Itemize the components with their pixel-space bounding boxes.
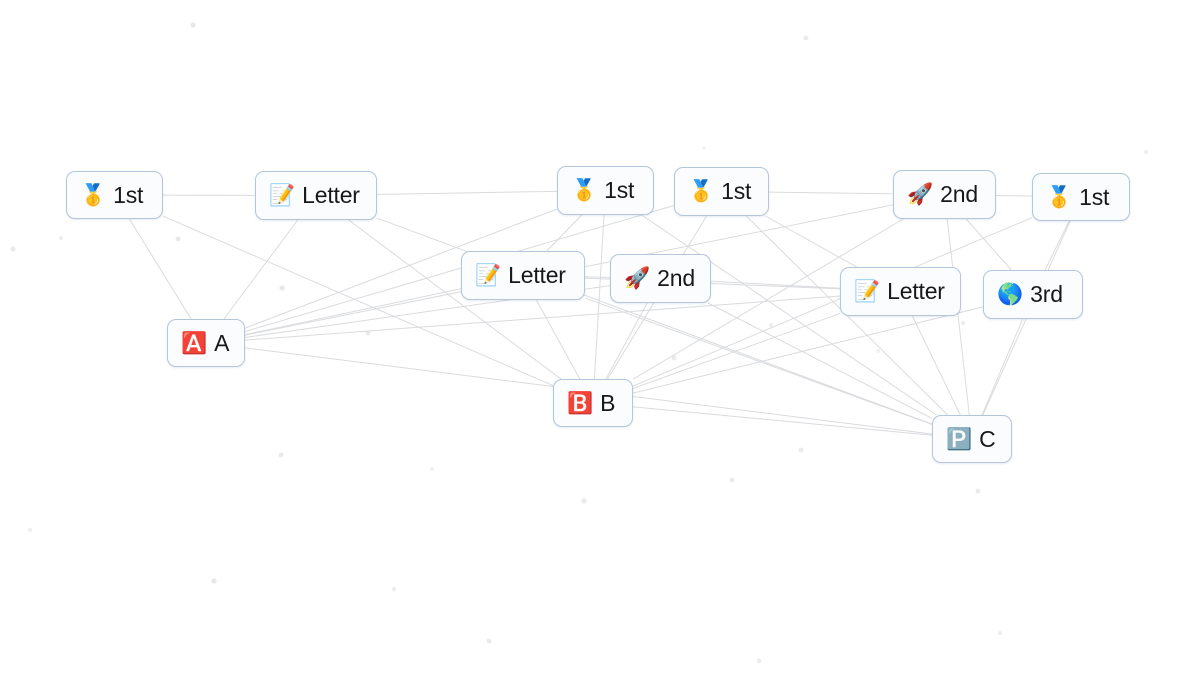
graph-node-label: Letter bbox=[508, 262, 566, 288]
graph-node-na[interactable]: 🅰️ A bbox=[167, 319, 245, 367]
gold-medal-icon: 🥇 bbox=[688, 179, 715, 203]
gold-medal-icon: 🥇 bbox=[80, 182, 107, 207]
graph-node-nc[interactable]: 🅿️ C bbox=[932, 415, 1012, 463]
gold-medal-icon: 🥇 bbox=[571, 178, 598, 202]
graph-node-label: 1st bbox=[721, 178, 752, 204]
node-layer: 🥇 1st 📝 Letter 🥇 1st 🥇 1st 🚀 2nd 🥇 1st 📝 Letter 🚀 2nd 📝 L… bbox=[0, 0, 1200, 675]
graph-node-r1[interactable]: 🚀 2nd bbox=[893, 170, 996, 219]
graph-node-label: 2nd bbox=[657, 265, 695, 291]
graph-node-g1[interactable]: 🌎 3rd bbox=[983, 270, 1083, 319]
p-button-icon: 🅿️ bbox=[946, 426, 973, 451]
graph-node-label: 2nd bbox=[940, 181, 978, 207]
graph-node-m2[interactable]: 🥇 1st bbox=[557, 166, 654, 215]
graph-node-label: A bbox=[214, 329, 230, 356]
graph-node-label: 1st bbox=[113, 181, 144, 208]
graph-node-label: Letter bbox=[302, 182, 360, 208]
memo-icon: 📝 bbox=[854, 279, 881, 303]
graph-node-label: B bbox=[600, 389, 616, 416]
rocket-icon: 🚀 bbox=[907, 182, 934, 206]
graph-canvas[interactable]: 🥇 1st 📝 Letter 🥇 1st 🥇 1st 🚀 2nd 🥇 1st 📝 Letter 🚀 2nd 📝 L… bbox=[0, 0, 1200, 675]
globe-icon: 🌎 bbox=[997, 282, 1024, 306]
memo-icon: 📝 bbox=[269, 183, 296, 207]
graph-node-label: 3rd bbox=[1030, 281, 1063, 307]
graph-node-m4[interactable]: 🥇 1st bbox=[1032, 173, 1130, 221]
b-button-icon: 🅱️ bbox=[567, 390, 594, 415]
graph-node-label: Letter bbox=[887, 278, 945, 304]
memo-icon: 📝 bbox=[475, 263, 502, 287]
graph-node-m3[interactable]: 🥇 1st bbox=[674, 167, 769, 216]
gold-medal-icon: 🥇 bbox=[1046, 184, 1073, 209]
graph-node-l2[interactable]: 📝 Letter bbox=[461, 251, 585, 300]
rocket-icon: 🚀 bbox=[624, 266, 651, 290]
graph-node-l3[interactable]: 📝 Letter bbox=[840, 267, 961, 316]
graph-node-m1[interactable]: 🥇 1st bbox=[66, 171, 163, 219]
graph-node-label: C bbox=[979, 425, 996, 452]
graph-node-r2[interactable]: 🚀 2nd bbox=[610, 254, 711, 303]
graph-node-label: 1st bbox=[1079, 183, 1110, 210]
a-button-icon: 🅰️ bbox=[181, 330, 208, 355]
graph-node-nb[interactable]: 🅱️ B bbox=[553, 379, 633, 427]
graph-node-label: 1st bbox=[604, 177, 635, 203]
graph-node-l1[interactable]: 📝 Letter bbox=[255, 171, 377, 220]
